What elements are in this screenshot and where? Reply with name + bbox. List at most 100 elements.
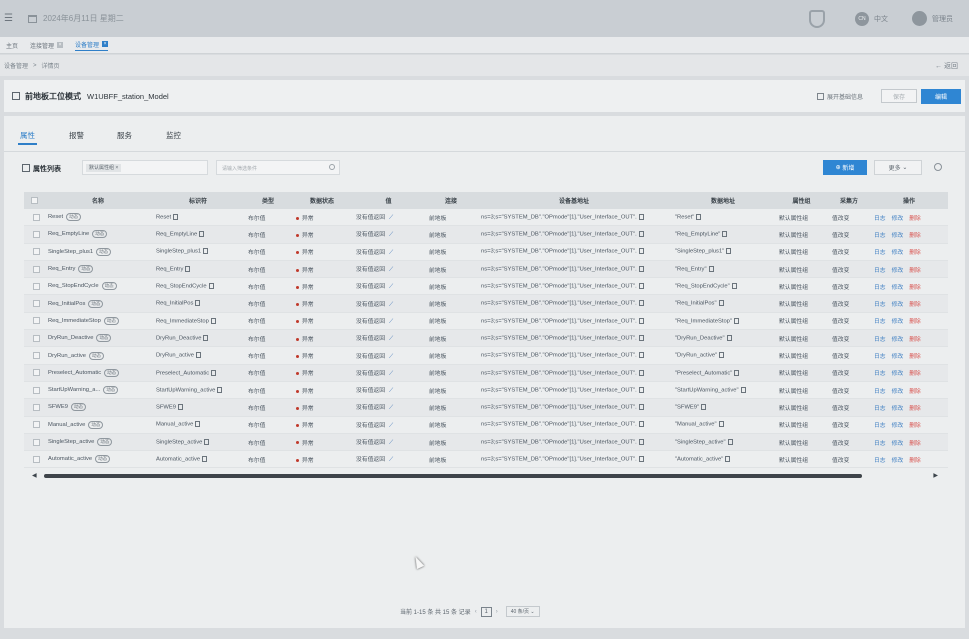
horizontal-scrollbar[interactable]: ◀ ▶ [24, 472, 948, 480]
copy-icon[interactable] [638, 421, 644, 428]
delete-button[interactable]: 删除 [909, 354, 921, 360]
table-row[interactable]: DryRun_Deactive 动态 DryRun_Deactive 布尔值 异常 没有值… [24, 330, 948, 348]
table-row[interactable]: Req_StopEndCycle 动态 Req_StopEndCycle 布尔值 异常没… [24, 278, 948, 296]
copy-icon[interactable] [203, 334, 209, 341]
edit-row-button[interactable]: 修改 [892, 441, 904, 447]
trend-icon[interactable]: ⟋ [389, 336, 393, 343]
log-button[interactable]: 日志 [874, 354, 886, 360]
table-row[interactable]: DryRun_active 动态 DryRun_active 布尔值 异常 没有值返回 ⟋ 前… [24, 347, 948, 365]
tab-services[interactable]: 服务 [117, 130, 132, 141]
row-checkbox[interactable] [24, 421, 44, 429]
copy-icon[interactable] [734, 369, 740, 376]
delete-button[interactable]: 删除 [909, 441, 921, 447]
log-button[interactable]: 日志 [874, 406, 886, 412]
trend-icon[interactable]: ⟋ [389, 457, 393, 464]
back-button[interactable]: ← 返回 [935, 61, 958, 71]
row-checkbox[interactable] [24, 369, 44, 377]
copy-icon[interactable] [638, 265, 644, 272]
table-row[interactable]: SFWE9 动态 SFWE9 布尔值 异常 没有值返回 ⟋ 前地板 ns=3;s="SYSTEM… [24, 399, 948, 417]
log-button[interactable]: 日志 [874, 458, 886, 464]
table-row[interactable]: Automatic_active 动态 Automatic_active 布尔值 异常没… [24, 451, 948, 469]
select-all-checkbox[interactable] [24, 197, 44, 204]
copy-icon[interactable] [725, 456, 731, 463]
row-checkbox[interactable] [24, 230, 44, 238]
tab-properties[interactable]: 属性 [18, 130, 37, 145]
filter-tag[interactable]: 默认属性组 × [86, 164, 122, 172]
log-button[interactable]: 日志 [874, 371, 886, 377]
language-badge[interactable]: CN [855, 11, 869, 26]
prev-page-icon[interactable]: ‹ [475, 609, 477, 615]
table-row[interactable]: StartUpWarning_a... 动态 StartUpWarning_acti… [24, 382, 948, 400]
filter-select[interactable]: 默认属性组 × [82, 160, 208, 175]
copy-icon[interactable] [726, 334, 732, 341]
delete-button[interactable]: 删除 [909, 406, 921, 412]
copy-icon[interactable] [199, 231, 205, 238]
trend-icon[interactable]: ⟋ [389, 388, 393, 395]
row-checkbox[interactable] [24, 334, 44, 342]
copy-icon[interactable] [638, 248, 644, 255]
copy-icon[interactable] [638, 231, 644, 238]
table-row[interactable]: Reset 动态 Reset 布尔值 异常 没有值返回 ⟋ 前地板 ns=3;s="SYSTEM… [24, 209, 948, 227]
edit-button[interactable]: 编辑 [921, 89, 961, 104]
delete-button[interactable]: 删除 [909, 302, 921, 308]
add-property-button[interactable]: ⊕ 新增 [823, 160, 867, 175]
trend-icon[interactable]: ⟋ [389, 267, 393, 274]
table-row[interactable]: Manual_active 动态 Manual_active 布尔值 异常 没有值返回 ⟋ 前… [24, 417, 948, 434]
copy-icon[interactable] [727, 438, 733, 445]
table-row[interactable]: SingleStep_plus1 动态 SingleStep_plus1 布尔值 异常没… [24, 244, 948, 261]
edit-row-button[interactable]: 修改 [892, 423, 904, 429]
row-checkbox[interactable] [24, 403, 44, 411]
copy-icon[interactable] [719, 352, 725, 359]
copy-icon[interactable] [718, 300, 724, 307]
copy-icon[interactable] [638, 386, 644, 393]
copy-icon[interactable] [718, 421, 724, 428]
log-button[interactable]: 日志 [874, 250, 886, 256]
tab-monitor[interactable]: 监控 [166, 130, 181, 141]
copy-icon[interactable] [731, 283, 737, 290]
log-button[interactable]: 日志 [874, 319, 886, 325]
language-label[interactable]: 中文 [874, 14, 888, 24]
delete-button[interactable]: 删除 [909, 458, 921, 464]
edit-row-button[interactable]: 修改 [892, 250, 904, 256]
expand-info-button[interactable]: 展开基础信息 [816, 92, 863, 101]
delete-button[interactable]: 删除 [909, 337, 921, 343]
scroll-left-icon[interactable]: ◀ [32, 472, 37, 479]
trend-icon[interactable]: ⟋ [389, 405, 393, 412]
trend-icon[interactable]: ⟋ [389, 302, 393, 309]
avatar[interactable] [912, 11, 927, 26]
log-button[interactable]: 日志 [874, 285, 886, 291]
log-button[interactable]: 日志 [874, 389, 886, 395]
copy-icon[interactable] [195, 421, 201, 428]
trend-icon[interactable]: ⟋ [389, 250, 393, 257]
copy-icon[interactable] [696, 213, 702, 220]
menu-icon[interactable]: ☰ [4, 13, 18, 24]
table-row[interactable]: Req_EmptyLine 动态 Req_EmptyLine 布尔值 异常 没有值返回 ⟋ 前… [24, 226, 948, 244]
copy-icon[interactable] [638, 404, 644, 411]
copy-icon[interactable] [638, 334, 644, 341]
edit-row-button[interactable]: 修改 [892, 233, 904, 239]
table-row[interactable]: SingleStep_active 动态 SingleStep_active 布尔值异… [24, 433, 948, 452]
trend-icon[interactable]: ⟋ [389, 354, 393, 361]
copy-icon[interactable] [196, 352, 202, 359]
edit-row-button[interactable]: 修改 [892, 389, 904, 395]
log-button[interactable]: 日志 [874, 268, 886, 274]
copy-icon[interactable] [638, 213, 644, 220]
edit-row-button[interactable]: 修改 [892, 302, 904, 308]
tab-home[interactable]: 主页 [6, 41, 18, 50]
copy-icon[interactable] [733, 317, 739, 324]
delete-button[interactable]: 删除 [909, 268, 921, 274]
copy-icon[interactable] [195, 300, 201, 307]
copy-icon[interactable] [217, 386, 223, 393]
next-page-icon[interactable]: › [496, 609, 498, 615]
copy-icon[interactable] [173, 213, 179, 220]
copy-icon[interactable] [638, 438, 644, 445]
trend-icon[interactable]: ⟋ [389, 232, 393, 239]
copy-icon[interactable] [638, 352, 644, 359]
edit-row-button[interactable]: 修改 [892, 406, 904, 412]
row-checkbox[interactable] [24, 213, 44, 221]
copy-icon[interactable] [210, 317, 216, 324]
delete-button[interactable]: 删除 [909, 389, 921, 395]
row-checkbox[interactable] [24, 248, 44, 256]
close-icon[interactable]: × [57, 42, 64, 48]
delete-button[interactable]: 删除 [909, 319, 921, 325]
